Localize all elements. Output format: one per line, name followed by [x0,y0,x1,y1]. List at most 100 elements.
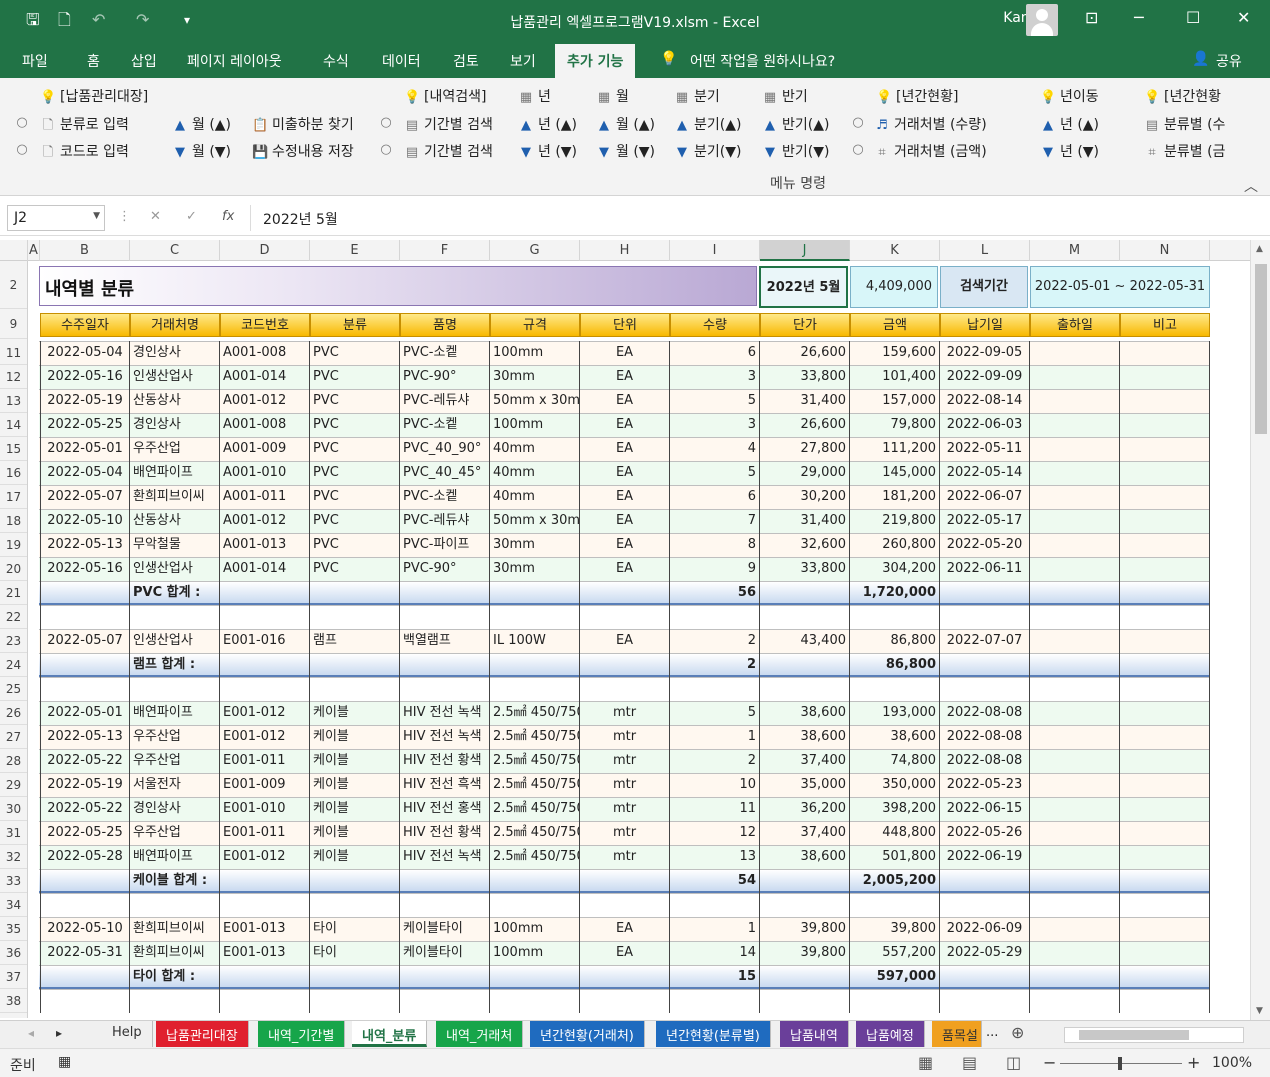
cell-품명[interactable]: HIV 전선 황색 [400,749,490,773]
cell-수량[interactable]: 3 [670,365,760,389]
subtotal-qty[interactable]: 2 [670,653,760,677]
month-down-button[interactable]: ▼ 월 (▼) [172,141,231,161]
row-header[interactable]: 11 [0,341,27,365]
empty-cell[interactable] [310,965,400,989]
cell-수량[interactable]: 14 [670,941,760,965]
tab-data[interactable]: 데이터 [382,51,421,71]
total-amount-cell[interactable]: 4,409,000 [850,266,938,308]
row-header[interactable]: 23 [0,629,27,653]
cell-품명[interactable]: PVC-90° [400,557,490,581]
cell-수량[interactable]: 7 [670,509,760,533]
cell-납기일[interactable]: 2022-06-15 [940,797,1030,821]
column-header-F[interactable]: F [400,240,490,261]
cell-출하일[interactable] [1030,461,1120,485]
menu-search-button[interactable]: 💡 [내역검색] [404,86,486,106]
hscroll-thumb[interactable] [1079,1030,1189,1040]
cell-수량[interactable]: 9 [670,557,760,581]
cell-비고[interactable] [1120,437,1210,461]
cell-단가[interactable]: 39,800 [760,941,850,965]
subtotal-label[interactable]: 타이 합계 : [130,965,220,989]
cell-코드번호[interactable]: A001-008 [220,413,310,437]
cell-금액[interactable]: 557,200 [850,941,940,965]
empty-cell[interactable] [400,605,490,629]
name-box[interactable]: J2 ▼ [7,205,105,231]
cell-금액[interactable]: 101,400 [850,365,940,389]
cell-거래처명[interactable]: 인생산업사 [130,365,220,389]
empty-cell[interactable] [490,893,580,917]
empty-cell[interactable] [580,605,670,629]
cell-비고[interactable] [1120,485,1210,509]
row-header[interactable]: 37 [0,965,27,989]
empty-cell[interactable] [760,581,850,605]
cell-수량[interactable]: 4 [670,437,760,461]
avatar[interactable] [1026,4,1058,36]
sheet-tab[interactable]: 내역_기간별 [258,1021,346,1047]
page-layout-view-icon[interactable]: ▤ [962,1053,977,1072]
by-client-amount-button[interactable]: ⌗ 거래처별 (금액) [874,141,986,161]
sheet-tab[interactable]: 품목설 [932,1021,982,1047]
empty-cell[interactable] [40,989,130,1013]
cell-규격[interactable]: 2.5㎟ 450/750V [490,821,580,845]
cell-단가[interactable]: 31,400 [760,509,850,533]
empty-cell[interactable] [490,965,580,989]
row-header[interactable]: 17 [0,485,27,509]
row-header[interactable]: 18 [0,509,27,533]
cell-비고[interactable] [1120,701,1210,725]
cell-분류[interactable]: PVC [310,533,400,557]
row-header[interactable]: 30 [0,797,27,821]
cell-비고[interactable] [1120,509,1210,533]
row-header[interactable]: 15 [0,437,27,461]
cell-수량[interactable]: 1 [670,725,760,749]
cell-납기일[interactable]: 2022-09-09 [940,365,1030,389]
cell-출하일[interactable] [1030,509,1120,533]
subtotal-amount[interactable]: 597,000 [850,965,940,989]
cell-비고[interactable] [1120,413,1210,437]
quarter-button[interactable]: ▦ 분기 [674,86,720,106]
cell-납기일[interactable]: 2022-05-11 [940,437,1030,461]
cell-금액[interactable]: 219,800 [850,509,940,533]
vertical-scrollbar[interactable]: ▲ ▼ [1250,240,1270,1020]
empty-cell[interactable] [1120,965,1210,989]
cell-단위[interactable]: mtr [580,725,670,749]
zoom-level[interactable]: 100% [1212,1055,1252,1071]
normal-view-icon[interactable]: ▦ [918,1053,933,1072]
cell-수주일자[interactable]: 2022-05-16 [40,365,130,389]
row-header[interactable]: 33 [0,869,27,893]
insert-function-icon[interactable]: fx [222,209,234,224]
sheet-tab[interactable]: 년간현황(거래처) [530,1021,645,1047]
cell-거래처명[interactable]: 우주산업 [130,749,220,773]
cell-금액[interactable]: 157,000 [850,389,940,413]
cell-코드번호[interactable]: E001-009 [220,773,310,797]
row-header[interactable]: 19 [0,533,27,557]
column-header-D[interactable]: D [220,240,310,261]
subtotal-qty[interactable]: 15 [670,965,760,989]
row-header[interactable]: 12 [0,365,27,389]
cell-단위[interactable]: EA [580,365,670,389]
cell-단가[interactable]: 36,200 [760,797,850,821]
cell-단가[interactable]: 32,600 [760,533,850,557]
cell-분류[interactable]: PVC [310,485,400,509]
cell-수주일자[interactable]: 2022-05-01 [40,437,130,461]
tab-formulas[interactable]: 수식 [323,51,349,71]
cell-품명[interactable]: PVC_40_45° [400,461,490,485]
empty-cell[interactable] [940,605,1030,629]
cell-분류[interactable]: PVC [310,341,400,365]
cell-규격[interactable]: 40mm [490,461,580,485]
cell-수주일자[interactable]: 2022-05-07 [40,485,130,509]
empty-cell[interactable] [760,605,850,629]
cell-금액[interactable]: 79,800 [850,413,940,437]
cell-납기일[interactable]: 2022-08-08 [940,749,1030,773]
year-button[interactable]: ▦ 년 [518,86,551,106]
empty-cell[interactable] [760,677,850,701]
cell-분류[interactable]: 케이블 [310,773,400,797]
cell-수량[interactable]: 5 [670,389,760,413]
cell-규격[interactable]: IL 100W [490,629,580,653]
cell-단위[interactable]: mtr [580,821,670,845]
cell-출하일[interactable] [1030,365,1120,389]
cell-코드번호[interactable]: A001-010 [220,461,310,485]
cell-거래처명[interactable]: 서울전자 [130,773,220,797]
half-button[interactable]: ▦ 반기 [762,86,808,106]
cell-거래처명[interactable]: 산동상사 [130,389,220,413]
cell-규격[interactable]: 100mm [490,917,580,941]
menu-annual-button[interactable]: 💡 [년간현황] [876,86,958,106]
